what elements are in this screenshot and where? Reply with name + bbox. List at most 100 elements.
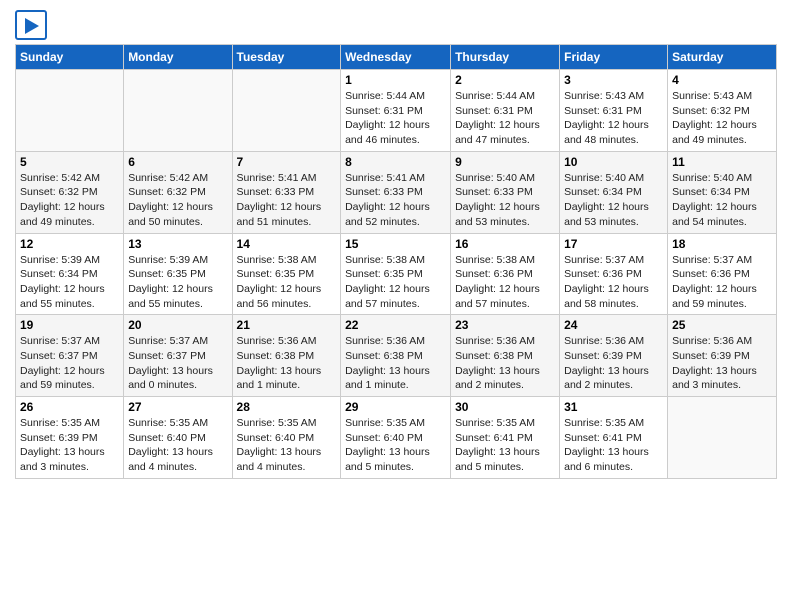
- calendar-cell: 30Sunrise: 5:35 AM Sunset: 6:41 PM Dayli…: [451, 397, 560, 479]
- day-number: 3: [564, 73, 663, 87]
- calendar-cell: 9 Sunrise: 5:40 AM Sunset: 6:33 PM Daylig…: [451, 151, 560, 233]
- day-number: 27: [128, 400, 227, 414]
- calendar-header-sunday: Sunday: [16, 45, 124, 70]
- day-info: Sunrise: 5:40 AM Sunset: 6:33 PM Dayligh…: [455, 171, 555, 230]
- calendar-cell: 12 Sunrise: 5:39 AM Sunset: 6:34 PM Dayli…: [16, 233, 124, 315]
- logo-triangle-icon: [25, 18, 39, 34]
- calendar-cell: 8 Sunrise: 5:41 AM Sunset: 6:33 PM Daylig…: [341, 151, 451, 233]
- day-number: 23: [455, 318, 555, 332]
- day-number: 12: [20, 237, 119, 251]
- day-info: Sunrise: 5:43 AM Sunset: 6:32 PM Dayligh…: [672, 89, 772, 148]
- calendar-cell: 23 Sunrise: 5:36 AM Sunset: 6:38 PM Dayli…: [451, 315, 560, 397]
- day-number: 28: [237, 400, 337, 414]
- calendar-header-saturday: Saturday: [668, 45, 777, 70]
- calendar-table: SundayMondayTuesdayWednesdayThursdayFrid…: [15, 44, 777, 479]
- day-info: Sunrise: 5:35 AM Sunset: 6:40 PM Dayligh…: [345, 416, 446, 475]
- calendar-cell: [16, 70, 124, 152]
- calendar-cell: 13 Sunrise: 5:39 AM Sunset: 6:35 PM Dayli…: [124, 233, 232, 315]
- day-info: Sunrise: 5:41 AM Sunset: 6:33 PM Dayligh…: [237, 171, 337, 230]
- day-number: 19: [20, 318, 119, 332]
- calendar-cell: 20 Sunrise: 5:37 AM Sunset: 6:37 PM Dayli…: [124, 315, 232, 397]
- day-info: Sunrise: 5:37 AM Sunset: 6:36 PM Dayligh…: [564, 253, 663, 312]
- calendar-cell: 25Sunrise: 5:36 AM Sunset: 6:39 PM Dayli…: [668, 315, 777, 397]
- day-info: Sunrise: 5:36 AM Sunset: 6:38 PM Dayligh…: [455, 334, 555, 393]
- day-number: 25: [672, 318, 772, 332]
- day-info: Sunrise: 5:42 AM Sunset: 6:32 PM Dayligh…: [128, 171, 227, 230]
- calendar-cell: 18 Sunrise: 5:37 AM Sunset: 6:36 PM Dayli…: [668, 233, 777, 315]
- calendar-week-row: 19 Sunrise: 5:37 AM Sunset: 6:37 PM Dayli…: [16, 315, 777, 397]
- calendar-cell: 14 Sunrise: 5:38 AM Sunset: 6:35 PM Dayli…: [232, 233, 341, 315]
- calendar-week-row: 26Sunrise: 5:35 AM Sunset: 6:39 PM Dayli…: [16, 397, 777, 479]
- day-info: Sunrise: 5:39 AM Sunset: 6:34 PM Dayligh…: [20, 253, 119, 312]
- day-info: Sunrise: 5:35 AM Sunset: 6:40 PM Dayligh…: [128, 416, 227, 475]
- day-number: 11: [672, 155, 772, 169]
- calendar-cell: 3Sunrise: 5:43 AM Sunset: 6:31 PM Daylig…: [560, 70, 668, 152]
- calendar-header-tuesday: Tuesday: [232, 45, 341, 70]
- calendar-cell: 1 Sunrise: 5:44 AM Sunset: 6:31 PM Daylig…: [341, 70, 451, 152]
- day-info: Sunrise: 5:42 AM Sunset: 6:32 PM Dayligh…: [20, 171, 119, 230]
- calendar-cell: 29 Sunrise: 5:35 AM Sunset: 6:40 PM Dayli…: [341, 397, 451, 479]
- day-number: 10: [564, 155, 663, 169]
- calendar-cell: 11 Sunrise: 5:40 AM Sunset: 6:34 PM Dayli…: [668, 151, 777, 233]
- day-number: 15: [345, 237, 446, 251]
- day-number: 6: [128, 155, 227, 169]
- day-info: Sunrise: 5:38 AM Sunset: 6:35 PM Dayligh…: [345, 253, 446, 312]
- day-number: 5: [20, 155, 119, 169]
- day-info: Sunrise: 5:38 AM Sunset: 6:35 PM Dayligh…: [237, 253, 337, 312]
- day-number: 18: [672, 237, 772, 251]
- calendar-header-row: SundayMondayTuesdayWednesdayThursdayFrid…: [16, 45, 777, 70]
- day-number: 30: [455, 400, 555, 414]
- day-number: 9: [455, 155, 555, 169]
- calendar-cell: 19 Sunrise: 5:37 AM Sunset: 6:37 PM Dayli…: [16, 315, 124, 397]
- day-number: 2: [455, 73, 555, 87]
- day-number: 29: [345, 400, 446, 414]
- calendar-cell: 4Sunrise: 5:43 AM Sunset: 6:32 PM Daylig…: [668, 70, 777, 152]
- day-info: Sunrise: 5:37 AM Sunset: 6:37 PM Dayligh…: [20, 334, 119, 393]
- calendar-cell: 16 Sunrise: 5:38 AM Sunset: 6:36 PM Dayli…: [451, 233, 560, 315]
- day-info: Sunrise: 5:40 AM Sunset: 6:34 PM Dayligh…: [564, 171, 663, 230]
- calendar-cell: 6 Sunrise: 5:42 AM Sunset: 6:32 PM Daylig…: [124, 151, 232, 233]
- calendar-header-friday: Friday: [560, 45, 668, 70]
- day-info: Sunrise: 5:39 AM Sunset: 6:35 PM Dayligh…: [128, 253, 227, 312]
- logo: [15, 10, 47, 40]
- calendar-cell: [124, 70, 232, 152]
- day-number: 7: [237, 155, 337, 169]
- calendar-header-wednesday: Wednesday: [341, 45, 451, 70]
- calendar-header-monday: Monday: [124, 45, 232, 70]
- day-number: 31: [564, 400, 663, 414]
- calendar-cell: 27 Sunrise: 5:35 AM Sunset: 6:40 PM Dayli…: [124, 397, 232, 479]
- day-info: Sunrise: 5:41 AM Sunset: 6:33 PM Dayligh…: [345, 171, 446, 230]
- day-number: 14: [237, 237, 337, 251]
- day-info: Sunrise: 5:38 AM Sunset: 6:36 PM Dayligh…: [455, 253, 555, 312]
- day-info: Sunrise: 5:36 AM Sunset: 6:38 PM Dayligh…: [345, 334, 446, 393]
- calendar-cell: [232, 70, 341, 152]
- day-info: Sunrise: 5:37 AM Sunset: 6:36 PM Dayligh…: [672, 253, 772, 312]
- day-number: 13: [128, 237, 227, 251]
- calendar-cell: 28 Sunrise: 5:35 AM Sunset: 6:40 PM Dayli…: [232, 397, 341, 479]
- calendar-cell: 2Sunrise: 5:44 AM Sunset: 6:31 PM Daylig…: [451, 70, 560, 152]
- day-number: 21: [237, 318, 337, 332]
- day-number: 8: [345, 155, 446, 169]
- day-number: 17: [564, 237, 663, 251]
- day-info: Sunrise: 5:35 AM Sunset: 6:41 PM Dayligh…: [564, 416, 663, 475]
- day-info: Sunrise: 5:36 AM Sunset: 6:39 PM Dayligh…: [564, 334, 663, 393]
- calendar-cell: 7 Sunrise: 5:41 AM Sunset: 6:33 PM Daylig…: [232, 151, 341, 233]
- calendar-cell: 31 Sunrise: 5:35 AM Sunset: 6:41 PM Dayli…: [560, 397, 668, 479]
- day-info: Sunrise: 5:37 AM Sunset: 6:37 PM Dayligh…: [128, 334, 227, 393]
- day-info: Sunrise: 5:44 AM Sunset: 6:31 PM Dayligh…: [345, 89, 446, 148]
- day-number: 20: [128, 318, 227, 332]
- day-number: 24: [564, 318, 663, 332]
- calendar-cell: [668, 397, 777, 479]
- day-info: Sunrise: 5:35 AM Sunset: 6:39 PM Dayligh…: [20, 416, 119, 475]
- calendar-cell: 17 Sunrise: 5:37 AM Sunset: 6:36 PM Dayli…: [560, 233, 668, 315]
- calendar-cell: 26Sunrise: 5:35 AM Sunset: 6:39 PM Dayli…: [16, 397, 124, 479]
- calendar-cell: 22Sunrise: 5:36 AM Sunset: 6:38 PM Dayli…: [341, 315, 451, 397]
- day-info: Sunrise: 5:40 AM Sunset: 6:34 PM Dayligh…: [672, 171, 772, 230]
- calendar-week-row: 12 Sunrise: 5:39 AM Sunset: 6:34 PM Dayli…: [16, 233, 777, 315]
- day-number: 1: [345, 73, 446, 87]
- calendar-cell: 21Sunrise: 5:36 AM Sunset: 6:38 PM Dayli…: [232, 315, 341, 397]
- calendar-week-row: 5 Sunrise: 5:42 AM Sunset: 6:32 PM Daylig…: [16, 151, 777, 233]
- page-header: [15, 10, 777, 40]
- day-info: Sunrise: 5:35 AM Sunset: 6:40 PM Dayligh…: [237, 416, 337, 475]
- day-number: 16: [455, 237, 555, 251]
